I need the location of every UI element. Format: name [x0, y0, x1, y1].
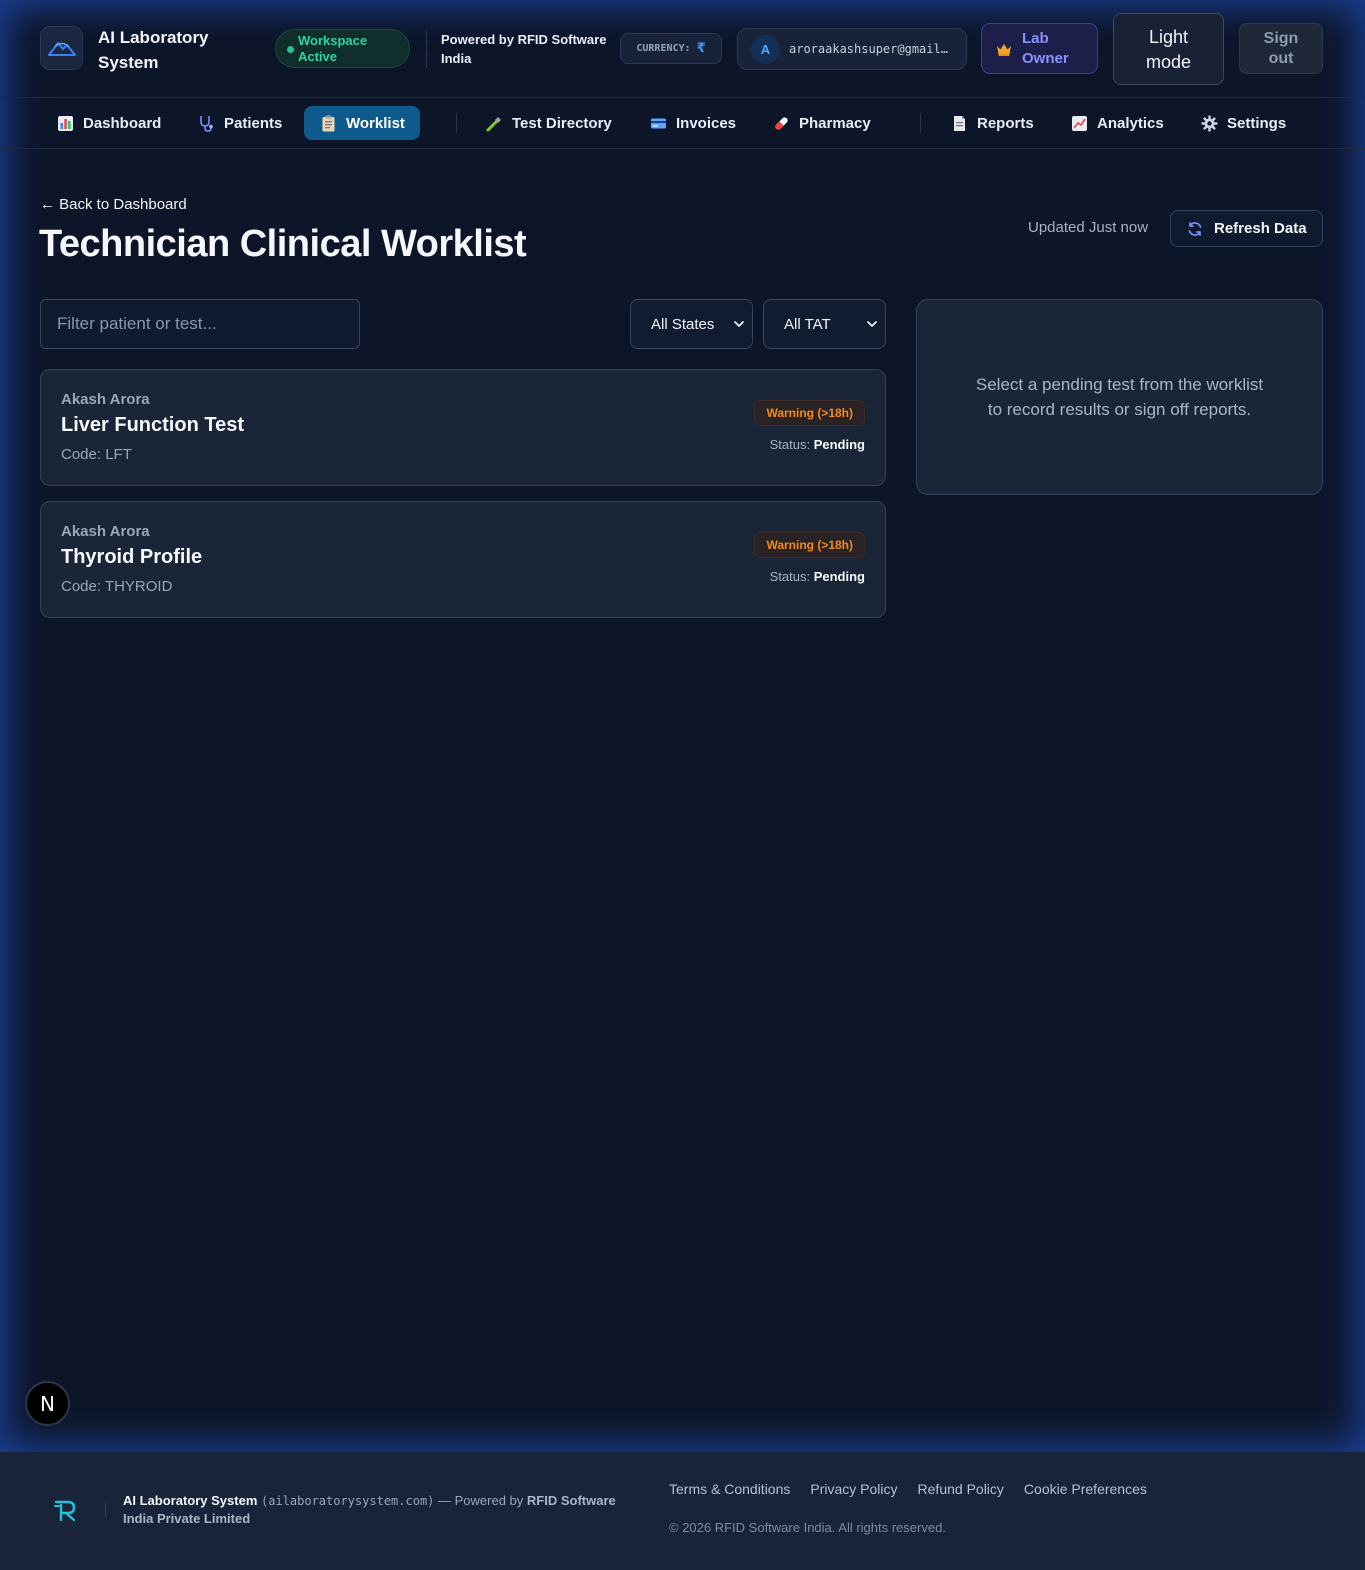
credit-card-icon [651, 118, 666, 128]
currency-symbol: ₹ [696, 41, 706, 56]
nav-label: Patients [224, 114, 283, 132]
dev-badge-letter: N [40, 1391, 55, 1416]
nav-item-patients[interactable]: Patients [182, 106, 297, 140]
app-title: AI Laboratory System [98, 28, 209, 72]
dev-tools-badge[interactable]: N [25, 1381, 70, 1426]
cookie-preferences-link[interactable]: Cookie Preferences [1024, 1481, 1147, 1497]
refund-link[interactable]: Refund Policy [918, 1481, 1004, 1497]
top-header: AI Laboratory System Workspace Active Po… [0, 0, 1365, 98]
app-frame: AI Laboratory System Workspace Active Po… [0, 0, 1365, 1452]
updated-timestamp: Updated Just now [1028, 219, 1149, 236]
currency-label: CURRENCY: [636, 43, 691, 54]
status-label: Status: [769, 569, 811, 584]
nav-label: Invoices [676, 114, 737, 132]
empty-state-message: Select a pending test from the worklist … [975, 375, 1264, 419]
footer-domain: (ailaboratorysystem.com) [261, 1494, 435, 1508]
footer-brand: AI Laboratory System [123, 1493, 258, 1508]
nav-label: Reports [977, 114, 1034, 132]
stethoscope-icon [200, 115, 213, 132]
nav-label: Test Directory [512, 114, 612, 132]
pipette-icon [486, 116, 501, 131]
mountain-logo-icon [47, 42, 76, 56]
test-name: Liver Function Test [61, 414, 244, 436]
worklist-card[interactable]: Akash Arora Thyroid Profile Code: THYROI… [40, 501, 886, 618]
refresh-label: Refresh Data [1214, 220, 1307, 237]
pill-icon [775, 116, 788, 130]
status-line: Status: Pending [770, 437, 865, 452]
workspace-status-text: Workspace Active [298, 33, 368, 64]
tat-filter-value: All TAT [784, 315, 831, 333]
footer-powered-prefix: — Powered by [438, 1493, 524, 1508]
tat-filter-select[interactable]: All TAT [763, 299, 886, 349]
main-nav: Dashboard Patients Worklist Test Directo… [0, 98, 1365, 149]
powered-by-text: Powered by RFID Software India [441, 32, 607, 66]
nav-label: Worklist [346, 114, 405, 132]
nav-label: Pharmacy [799, 114, 871, 132]
status-label: Status: [769, 437, 811, 452]
refresh-icon [1188, 221, 1202, 236]
test-name: Thyroid Profile [61, 546, 203, 568]
status-value: Pending [813, 437, 865, 452]
nav-label: Analytics [1097, 114, 1164, 132]
clipboard-icon [322, 115, 335, 131]
line-chart-icon [1072, 115, 1087, 131]
avatar: A [751, 34, 780, 64]
user-account-pill[interactable]: A aroraakashsuper@gmail.com [737, 28, 967, 70]
copyright: © 2026 RFID Software India. All rights r… [669, 1520, 946, 1535]
patient-name: Akash Arora [61, 523, 150, 540]
currency-indicator[interactable]: CURRENCY: ₹ [620, 33, 722, 64]
tat-warning-badge: Warning (>18h) [754, 532, 865, 558]
patient-name: Akash Arora [61, 391, 150, 408]
state-filter-select[interactable]: All States [630, 299, 753, 349]
header-divider [426, 30, 427, 68]
footer-links: Terms & Conditions Privacy Policy Refund… [669, 1481, 1147, 1497]
role-button[interactable]: Lab Owner [981, 23, 1098, 74]
page-title: Technician Clinical Worklist [39, 223, 527, 265]
crown-icon [997, 43, 1011, 56]
nav-item-worklist[interactable]: Worklist [304, 106, 420, 140]
footer-divider [105, 1503, 106, 1517]
light-mode-toggle[interactable]: Light mode [1113, 13, 1224, 85]
status-dot-icon [287, 46, 294, 53]
test-code: Code: THYROID [61, 578, 173, 595]
back-to-dashboard-link[interactable]: ← Back to Dashboard [40, 196, 187, 213]
role-label: Lab Owner [1022, 29, 1069, 67]
sign-out-button[interactable]: Sign out [1239, 23, 1323, 74]
search-input[interactable] [40, 299, 360, 349]
workspace-status-badge: Workspace Active [275, 29, 410, 68]
nav-label: Settings [1227, 114, 1287, 132]
nav-item-pharmacy[interactable]: Pharmacy [757, 106, 886, 140]
user-email: aroraakashsuper@gmail.com [789, 42, 951, 56]
worklist-card[interactable]: Akash Arora Liver Function Test Code: LF… [40, 369, 886, 486]
app-logo[interactable] [40, 26, 83, 70]
gear-icon [1201, 115, 1218, 131]
refresh-data-button[interactable]: Refresh Data [1170, 210, 1323, 247]
nav-label: Dashboard [83, 114, 162, 132]
tat-warning-badge: Warning (>18h) [754, 400, 865, 426]
nav-item-analytics[interactable]: Analytics [1055, 106, 1179, 140]
nav-item-test-directory[interactable]: Test Directory [470, 106, 627, 140]
status-value: Pending [813, 569, 865, 584]
nav-divider [920, 113, 921, 133]
nav-item-settings[interactable]: Settings [1185, 106, 1301, 140]
nav-item-invoices[interactable]: Invoices [634, 106, 751, 140]
nav-item-dashboard[interactable]: Dashboard [41, 106, 176, 140]
rfid-logo-icon [54, 1500, 76, 1522]
privacy-link[interactable]: Privacy Policy [810, 1481, 897, 1497]
terms-link[interactable]: Terms & Conditions [669, 1481, 790, 1497]
nav-divider [456, 113, 457, 133]
chevron-down-icon [734, 321, 744, 327]
bar-chart-icon [58, 115, 73, 131]
chevron-down-icon [867, 321, 877, 327]
status-line: Status: Pending [770, 569, 865, 584]
footer-attribution: AI Laboratory System (ailaboratorysystem… [123, 1492, 648, 1528]
result-entry-panel: Select a pending test from the worklist … [916, 299, 1323, 495]
footer: AI Laboratory System (ailaboratorysystem… [0, 1452, 1365, 1570]
state-filter-value: All States [651, 315, 715, 333]
document-icon [954, 115, 965, 131]
nav-item-reports[interactable]: Reports [935, 106, 1049, 140]
test-code: Code: LFT [61, 446, 132, 463]
